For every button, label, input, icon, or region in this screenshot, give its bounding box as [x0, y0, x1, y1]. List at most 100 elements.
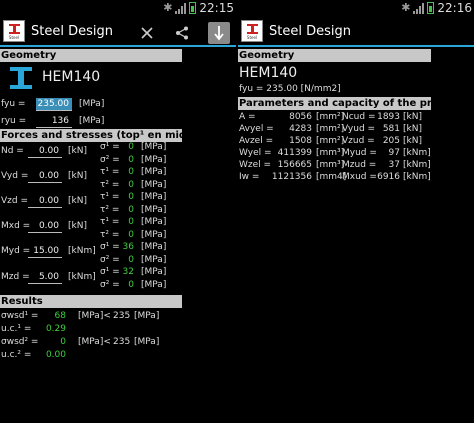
param-value: 411399 [277, 148, 312, 158]
stress-label: τ² = [100, 179, 120, 190]
download-icon[interactable] [208, 22, 230, 44]
stress-label: σ² = [100, 254, 120, 265]
force-label: Mzd = [1, 272, 30, 282]
bluetooth-icon: ✱ [163, 1, 173, 14]
force-label: Vzd = [1, 196, 28, 206]
force-input[interactable]: 0.00 [28, 145, 62, 158]
stress-label: τ¹ = [100, 217, 120, 227]
stress-value: 0 [128, 142, 134, 152]
force-unit: [kN] [68, 196, 87, 206]
capacity-value: 97 [388, 148, 400, 158]
param-unit: [mm³] [316, 160, 345, 170]
app-icon[interactable]: Steel [241, 20, 263, 42]
result-label: σwsd¹ = [1, 311, 39, 321]
geometry-header: Geometry [238, 49, 431, 62]
capacity-value: 6916 [377, 172, 400, 182]
parameters-header: Parameters and capacity of the profile [238, 97, 457, 110]
force-input[interactable]: 5.00 [28, 271, 62, 284]
status-bar: ✱ 22:16 [238, 0, 474, 16]
capacity-label: Vzud = [342, 136, 375, 146]
capacity-value: 37 [388, 160, 400, 170]
battery-icon [189, 2, 197, 14]
stress-value: 0 [128, 154, 134, 165]
capacity-value: 1893 [377, 112, 400, 122]
capacity-label: Mxud = [342, 172, 377, 182]
calculation-panel: Geometry HEM140 fyu = 235.00 [MPa] ryu =… [0, 49, 236, 423]
app-icon[interactable]: Steel [3, 20, 25, 42]
stress-value: 0 [128, 192, 134, 202]
stress-unit: [MPa] [141, 242, 167, 252]
capacity-value: 581 [382, 124, 400, 134]
force-input[interactable]: 0.00 [28, 220, 62, 233]
force-unit: [kN] [68, 221, 87, 231]
force-unit: [kN] [68, 171, 87, 181]
stress-value: 0 [128, 204, 134, 215]
force-label: Mxd = [1, 221, 31, 231]
ryu-unit: [MPa] [79, 116, 105, 126]
geometry-header: Geometry [0, 49, 182, 62]
stress-unit: [MPa] [141, 142, 167, 152]
result-unit: [MPa]< [78, 311, 111, 321]
result-label: σwsd² = [1, 337, 39, 347]
stress-label: τ¹ = [100, 192, 120, 202]
forces-header: Forces and stresses (top¹ en middle²) [0, 129, 213, 142]
close-icon[interactable] [136, 22, 158, 44]
capacity-label: Myud = [342, 148, 377, 158]
force-input[interactable]: 0.00 [28, 170, 62, 183]
stress-unit: [MPa] [141, 179, 167, 190]
ryu-value: 136 [36, 115, 72, 128]
stress-unit: [MPa] [141, 254, 167, 265]
result-value: 0.29 [45, 324, 66, 334]
stress-value: 32 [122, 267, 134, 277]
capacity-unit: [kNm] [403, 172, 431, 182]
param-unit: [mm²] [316, 136, 345, 146]
ryu-label: ryu = [1, 116, 27, 126]
capacity-unit: [kN] [403, 136, 422, 146]
force-input[interactable]: 0.00 [28, 195, 62, 208]
force-label: Vyd = [1, 171, 29, 181]
stress-value: 36 [122, 242, 134, 252]
stress-label: τ² = [100, 204, 120, 215]
stress-value: 0 [128, 217, 134, 227]
stress-unit: [MPa] [141, 229, 167, 240]
clock: 22:15 [199, 1, 234, 15]
capacity-label: Ncud = [342, 112, 376, 122]
stress-unit: [MPa] [141, 167, 167, 177]
result-unit: [MPa]< [78, 337, 111, 347]
results-header: Results [0, 295, 182, 308]
force-input[interactable]: 15.00 [28, 245, 62, 258]
fyu-unit: [MPa] [79, 99, 105, 109]
stress-label: σ¹ = [100, 242, 120, 252]
battery-icon [427, 2, 435, 14]
stress-value: 0 [128, 254, 134, 265]
stress-unit: [MPa] [141, 217, 167, 227]
signal-icon [413, 2, 425, 14]
share-icon[interactable] [171, 22, 193, 44]
profile-properties-panel: Geometry HEM140 fyu = 235.00 [N/mm2] Par… [238, 49, 474, 423]
bluetooth-icon: ✱ [401, 1, 411, 14]
force-unit: [kNm] [68, 272, 96, 282]
fyu-input[interactable]: 235.00 [36, 98, 72, 111]
param-unit: [mm³] [316, 148, 345, 158]
capacity-unit: [kNm] [403, 160, 431, 170]
stress-label: σ¹ = [100, 142, 120, 152]
param-label: A = [239, 112, 256, 122]
ibeam-profile-icon [10, 67, 32, 89]
force-unit: [kN] [68, 146, 87, 156]
profile-name[interactable]: HEM140 [42, 69, 100, 85]
result-value: 0 [60, 337, 66, 347]
param-value: 1121356 [271, 172, 312, 182]
capacity-value: 205 [382, 136, 400, 146]
result-limit: 235 [113, 337, 131, 347]
result-label: u.c.² = [1, 350, 32, 360]
capacity-unit: [kN] [403, 124, 422, 134]
stress-label: σ¹ = [100, 267, 120, 277]
signal-icon [175, 2, 187, 14]
left-screen: ✱ 22:15 Steel Steel Design Geometry HEM1… [0, 0, 236, 423]
action-bar: Steel Steel Design [0, 17, 236, 47]
force-label: Myd = [1, 246, 31, 256]
param-value: 4283 [289, 124, 312, 134]
status-bar: ✱ 22:15 [0, 0, 236, 16]
capacity-label: Mzud = [342, 160, 377, 170]
param-value: 1508 [289, 136, 312, 146]
